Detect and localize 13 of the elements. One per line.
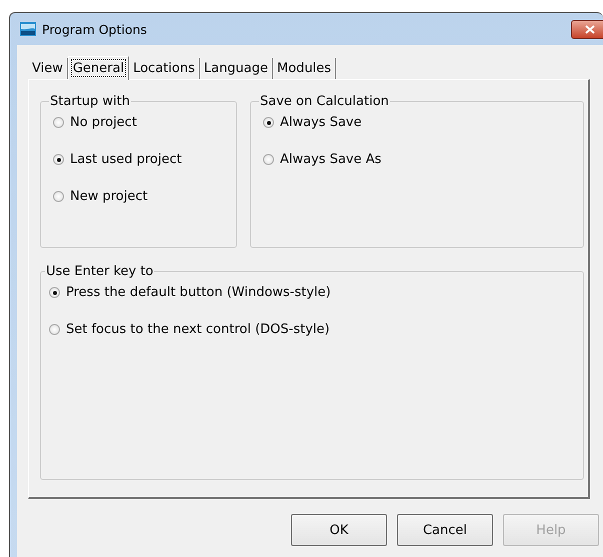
option-label: No project (70, 115, 137, 130)
group-title: Save on Calculation (259, 94, 390, 109)
group-title: Use Enter key to (45, 264, 154, 279)
dialog-button[interactable]: OK (291, 514, 387, 546)
radio-option[interactable]: No project (53, 115, 137, 130)
option-label: New project (70, 189, 148, 204)
tab[interactable]: General (68, 56, 130, 80)
radio-option[interactable]: Always Save (263, 115, 362, 130)
option-label: Always Save (280, 115, 362, 130)
dialog-button[interactable]: Cancel (397, 514, 493, 546)
radio-option[interactable]: New project (53, 189, 148, 204)
window-title: Program Options (42, 22, 147, 36)
group-title: Startup with (49, 94, 131, 109)
